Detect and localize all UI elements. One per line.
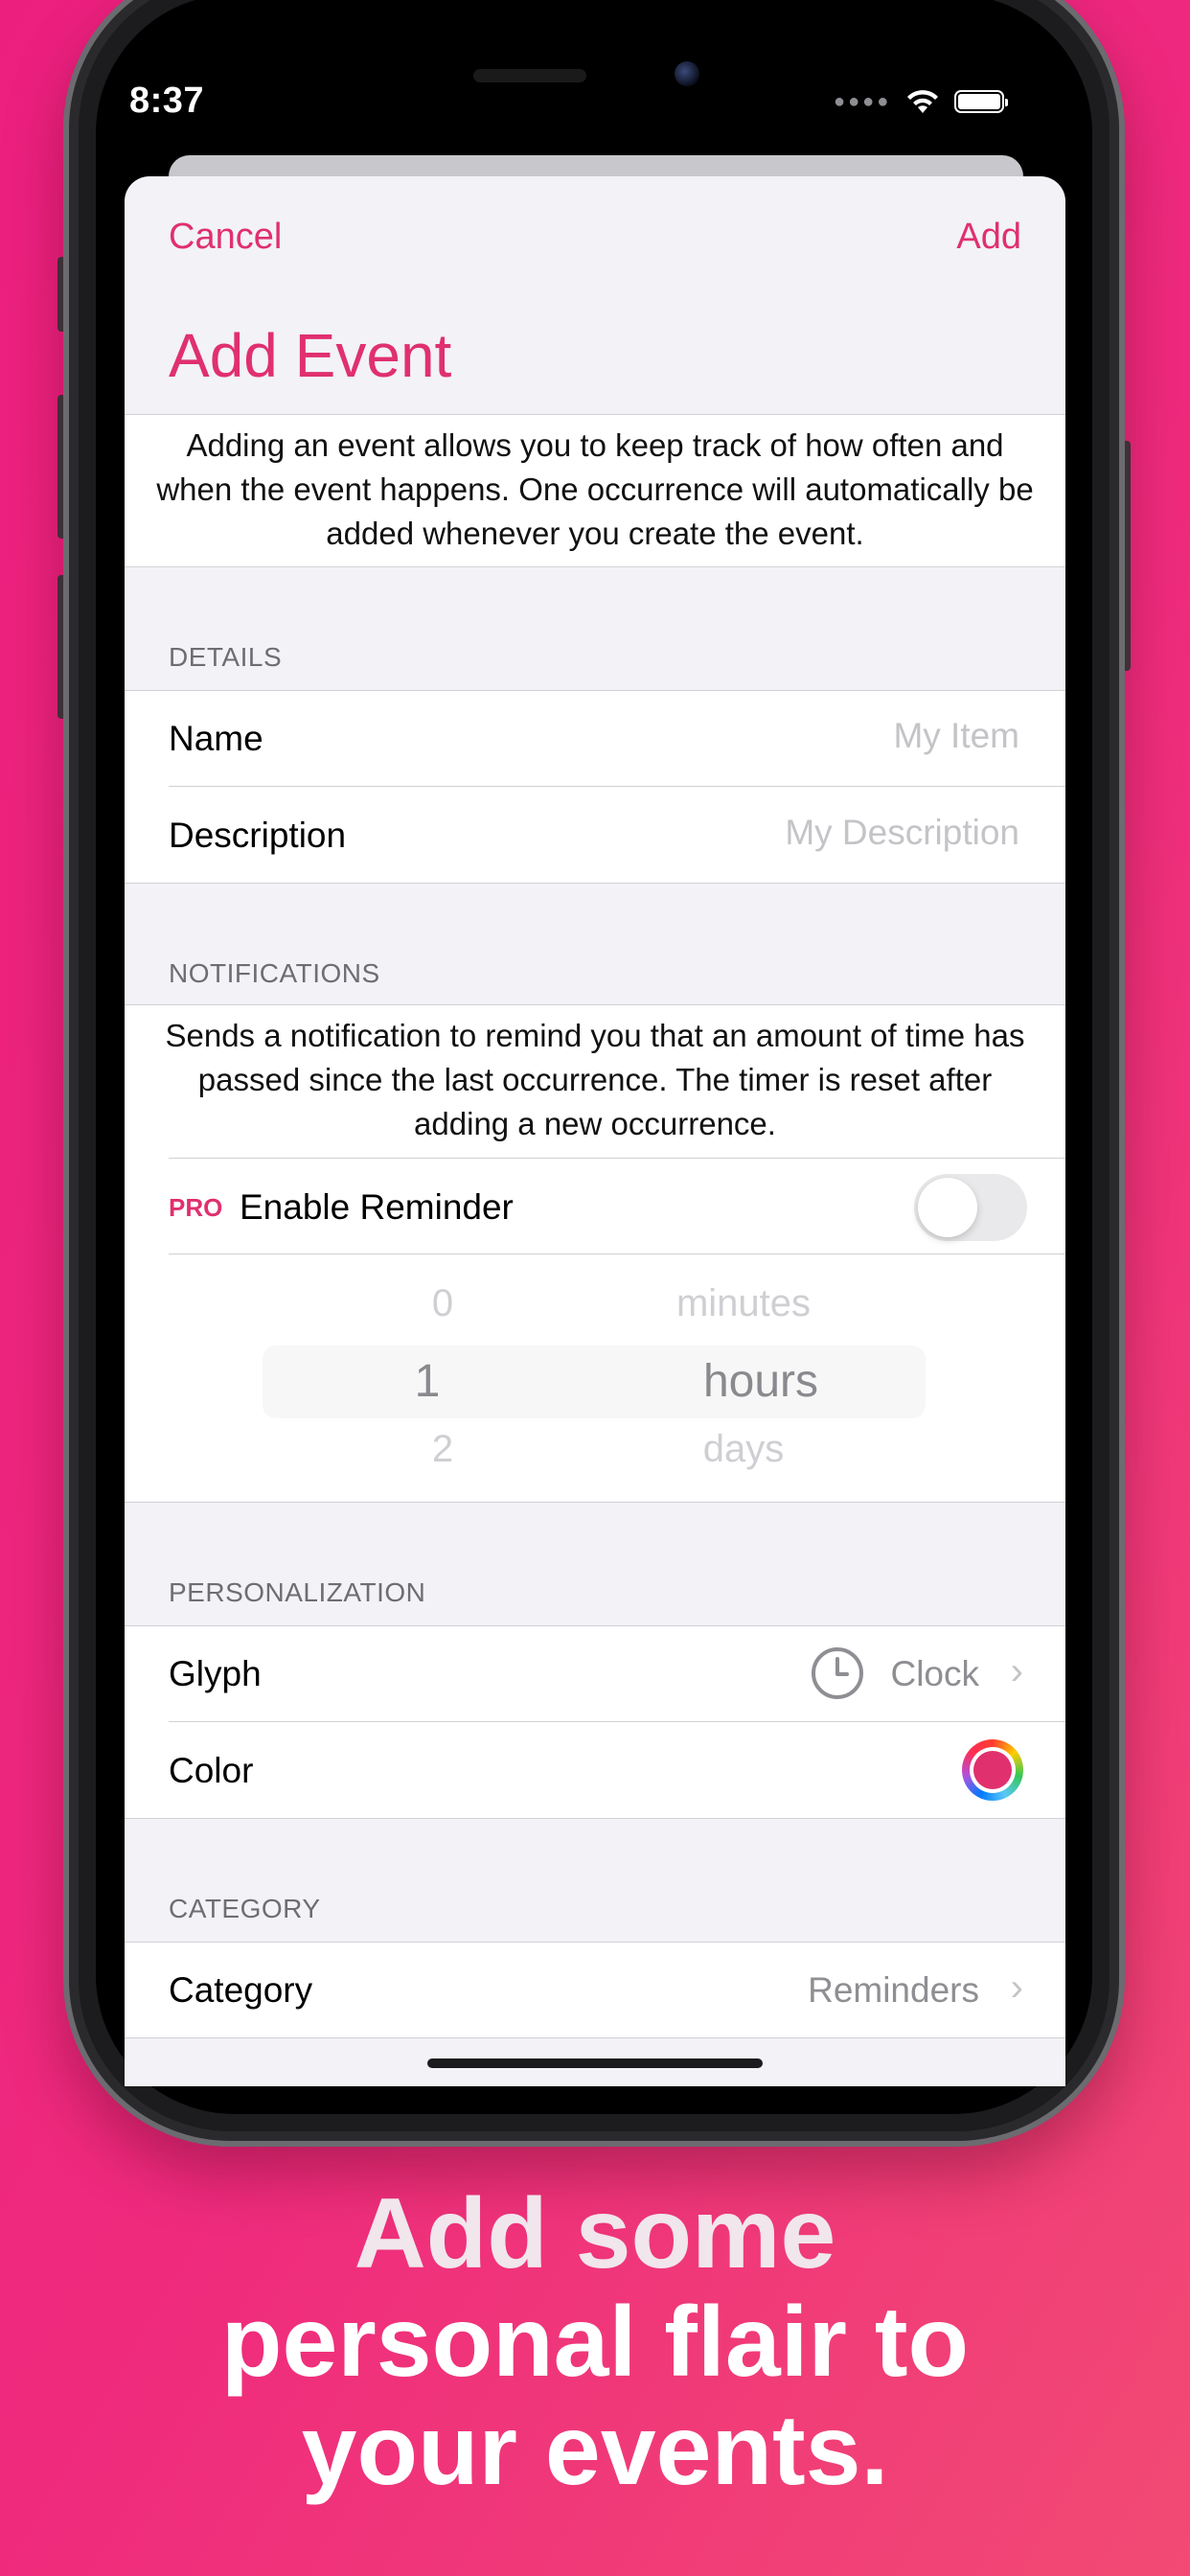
picker-unit-option[interactable]: days [648,1428,839,1471]
glyph-value: Clock [890,1654,979,1693]
picker-unit-option[interactable]: minutes [648,1282,839,1325]
notifications-card: Sends a notification to remind you that … [125,1004,1065,1503]
notifications-header: NOTIFICATIONS [169,958,380,988]
intro-text: Adding an event allows you to keep track… [156,427,1034,551]
name-field[interactable] [615,715,1021,757]
signal-icon: ●●●● [834,90,892,112]
home-indicator[interactable] [427,2058,763,2068]
caption-line-3: your events. [301,2395,889,2506]
toggle-knob [918,1178,977,1237]
picker-number-selected[interactable]: 1 [332,1355,523,1408]
color-row[interactable]: Color [125,1722,1065,1818]
page-title: Add Event [169,321,452,390]
name-row[interactable]: Name [125,690,1065,786]
intro-card: Adding an event allows you to keep track… [125,414,1065,567]
category-label: Category [169,1970,313,2010]
speaker-grille [473,69,586,82]
add-button[interactable]: Add [956,217,1021,258]
category-header: CATEGORY [169,1894,321,1923]
enable-reminder-toggle[interactable] [914,1174,1027,1241]
notifications-text: Sends a notification to remind you that … [165,1018,1025,1141]
caption-line-1: Add some [354,2178,836,2289]
details-card: Name Description [125,690,1065,884]
enable-reminder-row: PRO Enable Reminder [125,1159,1065,1254]
add-event-sheet: Cancel Add Add Event Adding an event all… [125,176,1065,2086]
personalization-card: Glyph Clock › Color [125,1625,1065,1819]
category-card: Category Reminders › [125,1942,1065,2038]
cancel-button[interactable]: Cancel [169,217,282,258]
enable-reminder-label: Enable Reminder [240,1187,514,1227]
pro-badge: PRO [169,1193,223,1222]
caption-line-2: personal flair to [220,2287,970,2398]
name-label: Name [169,719,263,758]
category-row[interactable]: Category Reminders › [125,1942,1065,2037]
details-header: DETAILS [169,642,283,672]
description-label: Description [169,816,347,855]
reminder-interval-picker[interactable]: 0 1 2 minutes hours days [125,1263,1065,1493]
wifi-icon [907,90,939,113]
marketing-caption: Add some personal flair to your events. [0,2180,1190,2505]
selected-color [973,1751,1012,1789]
picker-unit-selected[interactable]: hours [665,1355,857,1408]
category-value: Reminders [808,1970,979,2010]
color-label: Color [169,1751,254,1790]
color-swatch-icon[interactable] [962,1739,1023,1801]
personalization-header: PERSONALIZATION [169,1577,426,1607]
glyph-row[interactable]: Glyph Clock › [125,1625,1065,1721]
chevron-right-icon: › [1010,1966,1023,2009]
battery-icon [954,90,1009,113]
picker-number-option[interactable]: 0 [347,1282,538,1325]
glyph-label: Glyph [169,1654,262,1693]
description-row[interactable]: Description [125,787,1065,883]
picker-number-option[interactable]: 2 [347,1428,538,1471]
description-field[interactable] [615,812,1021,854]
chevron-right-icon: › [1010,1650,1023,1692]
front-camera [675,61,699,86]
clock-icon [812,1647,863,1699]
status-time: 8:37 [129,80,205,121]
status-icons: ●●●● [834,88,1009,115]
